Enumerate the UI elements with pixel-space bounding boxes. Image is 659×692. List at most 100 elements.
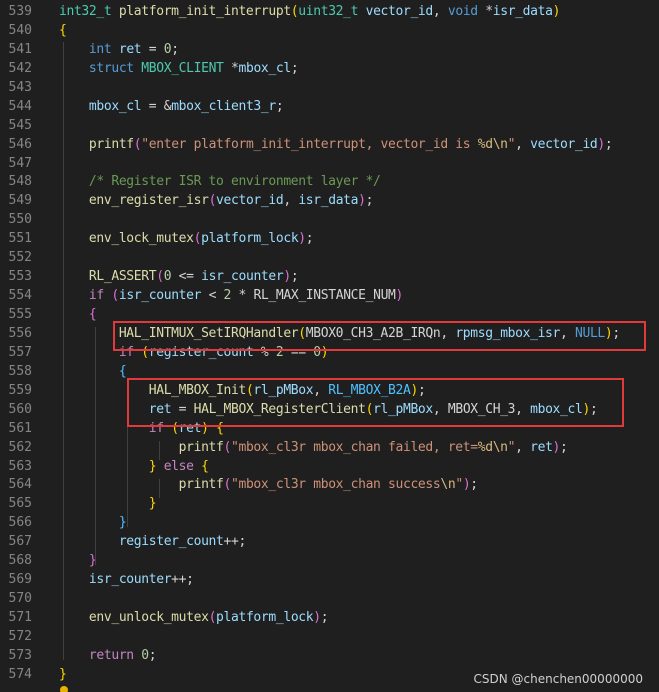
code-token: ) [283, 269, 291, 285]
code-token: ( [208, 610, 217, 625]
code-token: vector_id [530, 136, 598, 152]
code-line[interactable]: 572 [0, 628, 659, 647]
code-token: ) [358, 193, 366, 209]
code-text[interactable]: { [59, 306, 97, 325]
code-line[interactable]: 550 [0, 211, 659, 230]
code-text[interactable]: isr_counter++; [59, 571, 194, 590]
code-line[interactable]: 554 if (isr_counter < 2 * RL_MAX_INSTANC… [0, 287, 659, 306]
line-number: 561 [8, 420, 32, 436]
line-number: 570 [8, 591, 32, 607]
code-token: * [477, 4, 493, 19]
code-text[interactable]: { [59, 363, 127, 382]
code-token: int [88, 41, 112, 57]
code-token: "mbox_cl3r mbox_chan success [231, 477, 441, 493]
code-text[interactable]: if (ret) { [59, 420, 224, 439]
code-line[interactable]: 563 } else { [0, 458, 659, 477]
code-token: int32_t [59, 4, 112, 19]
line-number: 558 [8, 363, 32, 379]
code-token: ; [470, 477, 478, 493]
code-line[interactable]: 544 mbox_cl = &mbox_client3_r; [0, 98, 659, 117]
code-token: /* Register ISR to environment layer */ [88, 174, 381, 190]
code-line[interactable]: 568 } [0, 552, 659, 571]
code-text[interactable]: env_register_isr(vector_id, isr_data); [59, 192, 374, 211]
code-text[interactable]: } [59, 666, 67, 685]
code-line[interactable]: 540 { [0, 22, 659, 41]
code-text[interactable]: } else { [59, 458, 209, 477]
code-text[interactable]: } [59, 552, 97, 571]
code-line[interactable]: 556 HAL_INTMUX_SetIRQHandler(MBOX0_CH3_A… [0, 325, 659, 344]
code-text[interactable]: printf("mbox_cl3r mbox_chan success\n"); [59, 476, 479, 495]
code-token: platform_init_interrupt [118, 4, 291, 19]
line-number: 563 [8, 458, 32, 474]
code-line[interactable]: 549 env_register_isr(vector_id, isr_data… [0, 192, 659, 211]
code-line[interactable]: 546 printf("enter platform_init_interrup… [0, 136, 659, 155]
code-line[interactable]: 541 int ret = 0; [0, 41, 659, 60]
code-line[interactable]: 559 HAL_MBOX_Init(rl_pMBox, RL_MBOX_B2A)… [0, 382, 659, 401]
code-line[interactable]: 542 struct MBOX_CLIENT *mbox_cl; [0, 60, 659, 79]
code-line[interactable]: 571 env_unlock_mutex(platform_lock); [0, 609, 659, 628]
code-token: register_count [118, 534, 224, 550]
code-line[interactable]: 565 } [0, 495, 659, 514]
code-text[interactable]: printf("mbox_cl3r mbox_chan failed, ret=… [59, 439, 568, 458]
code-token: \n [440, 477, 456, 493]
code-text[interactable]: int32_t platform_init_interrupt(uint32_t… [59, 3, 560, 22]
code-text[interactable]: register_count++; [59, 533, 246, 552]
code-text[interactable]: printf("enter platform_init_interrupt, v… [59, 136, 613, 155]
code-line[interactable]: 543 [0, 79, 659, 98]
code-token: uint32_t [298, 4, 359, 19]
code-line[interactable]: 539 int32_t platform_init_interrupt(uint3… [0, 3, 659, 22]
code-text[interactable]: mbox_cl = &mbox_client3_r; [59, 98, 284, 117]
code-line[interactable]: 547 [0, 155, 659, 174]
code-token: else [163, 458, 194, 474]
code-line[interactable]: 555 { [0, 306, 659, 325]
code-line[interactable]: 562 printf("mbox_cl3r mbox_chan failed, … [0, 439, 659, 458]
code-line[interactable]: 566 } [0, 514, 659, 533]
code-line[interactable]: 561 if (ret) { [0, 420, 659, 439]
code-text[interactable]: HAL_MBOX_Init(rl_pMBox, RL_MBOX_B2A); [59, 382, 426, 401]
line-number: 565 [8, 496, 32, 512]
code-text[interactable]: } [59, 495, 157, 514]
code-token: mbox_cl [530, 401, 583, 417]
code-token: isr_data [492, 4, 553, 19]
code-line[interactable]: 548 /* Register ISR to environment layer… [0, 173, 659, 192]
code-line[interactable]: 553 RL_ASSERT(0 <= isr_counter); [0, 268, 659, 287]
code-token: void [447, 4, 478, 19]
code-text[interactable]: int ret = 0; [59, 41, 179, 60]
code-line[interactable]: 558 { [0, 363, 659, 382]
code-token: ( [156, 269, 164, 285]
line-number: 540 [8, 22, 32, 38]
code-line[interactable]: 560 ret = HAL_MBOX_RegisterClient(rl_pMB… [0, 401, 659, 420]
code-token: isr_data [298, 193, 359, 209]
code-text[interactable]: ret = HAL_MBOX_RegisterClient(rl_pMBox, … [59, 401, 598, 420]
code-text[interactable]: HAL_INTMUX_SetIRQHandler(MBOX0_CH3_A2B_I… [59, 325, 620, 344]
code-text[interactable]: RL_ASSERT(0 <= isr_counter); [59, 268, 299, 287]
code-token: , [515, 136, 531, 152]
code-line[interactable]: 564 printf("mbox_cl3r mbox_chan success\… [0, 476, 659, 495]
code-text[interactable]: return 0; [59, 647, 157, 666]
code-text[interactable]: } [59, 514, 127, 533]
code-text[interactable]: env_unlock_mutex(platform_lock); [59, 609, 329, 628]
code-line[interactable]: 569 isr_counter++; [0, 571, 659, 590]
code-text[interactable]: /* Register ISR to environment layer */ [59, 173, 381, 192]
code-text[interactable]: { [59, 22, 67, 41]
code-editor[interactable]: 539 int32_t platform_init_interrupt(uint3… [0, 3, 659, 685]
code-token: HAL_MBOX_Init [148, 382, 247, 398]
code-line[interactable]: 557 if (register_count % 2 == 0) [0, 344, 659, 363]
code-text[interactable]: env_lock_mutex(platform_lock); [59, 230, 314, 249]
lightbulb-icon[interactable] [60, 686, 68, 692]
line-number: 547 [8, 155, 32, 171]
code-line[interactable]: 551 env_lock_mutex(platform_lock); [0, 230, 659, 249]
code-line[interactable]: 552 [0, 249, 659, 268]
code-text[interactable]: if (register_count % 2 == 0) [59, 344, 329, 363]
code-line[interactable]: 567 register_count++; [0, 533, 659, 552]
code-token: ++; [223, 534, 247, 550]
code-text[interactable]: if (isr_counter < 2 * RL_MAX_INSTANCE_NU… [59, 287, 403, 306]
code-line[interactable]: 570 [0, 590, 659, 609]
code-line[interactable]: 545 [0, 117, 659, 136]
code-text[interactable]: struct MBOX_CLIENT *mbox_cl; [59, 60, 299, 79]
code-line[interactable]: 573 return 0; [0, 647, 659, 666]
